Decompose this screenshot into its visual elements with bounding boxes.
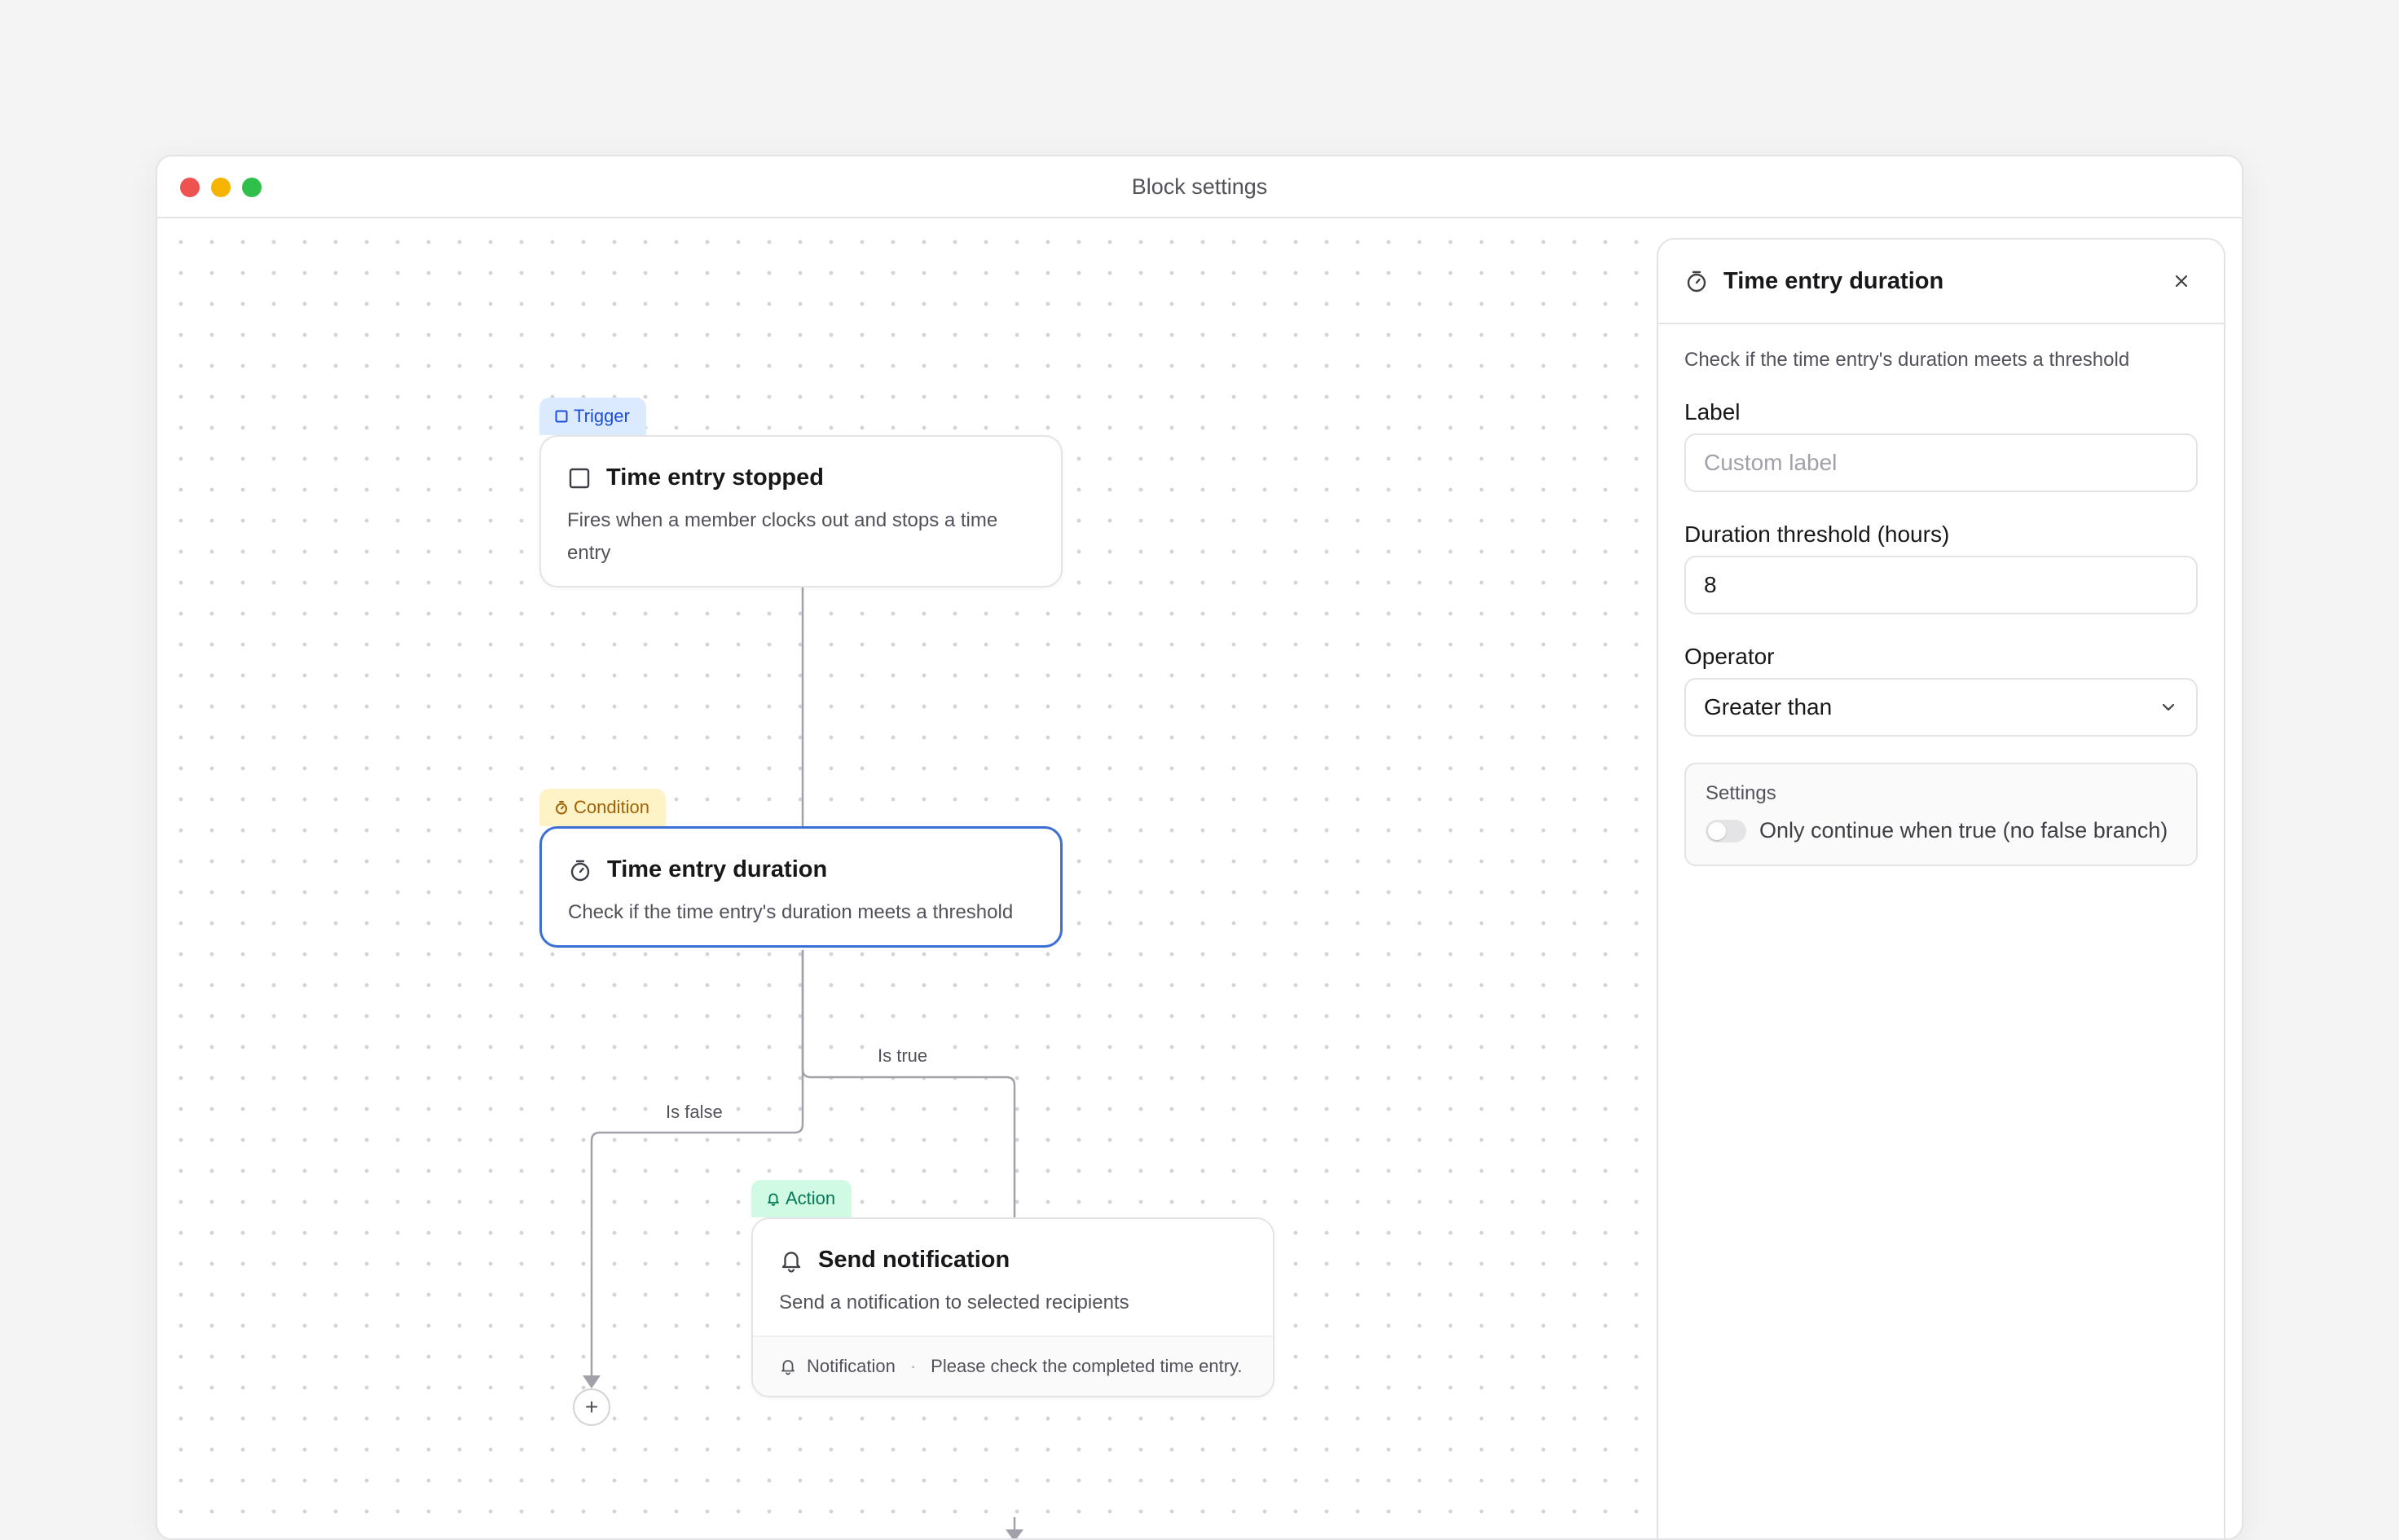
false-branch-toggle[interactable] xyxy=(1706,819,1746,843)
add-step-button[interactable]: + xyxy=(573,1388,610,1426)
square-icon xyxy=(569,468,590,488)
timer-icon xyxy=(556,801,567,815)
settings-section: Settings Only continue when true (no fal… xyxy=(1684,763,2198,866)
trigger-node-description: Fires when a member clocks out and stops… xyxy=(567,509,998,564)
threshold-field-label: Duration threshold (hours) xyxy=(1684,521,1950,547)
action-footer-message: Please check the completed time entry. xyxy=(931,1356,1243,1376)
action-tag: Action xyxy=(751,1180,852,1217)
label-field-label: Label xyxy=(1684,399,1741,425)
condition-tag: Condition xyxy=(539,789,666,826)
edge-label-true: Is true xyxy=(873,1044,933,1068)
action-tag-label: Action xyxy=(786,1188,836,1208)
action-node-description: Send a notification to selected recipien… xyxy=(779,1291,1129,1313)
action-node[interactable]: Send notification Send a notification to… xyxy=(751,1217,1274,1397)
operator-field-label: Operator xyxy=(1684,644,1775,669)
false-branch-toggle-label: Only continue when true (no false branch… xyxy=(1759,818,2168,843)
trigger-node[interactable]: Time entry stopped Fires when a member c… xyxy=(539,435,1063,587)
window-title: Block settings xyxy=(1131,174,1268,199)
panel-description: Check if the time entry's duration meets… xyxy=(1684,349,2130,371)
timer-icon xyxy=(1687,271,1706,293)
panel-header: Time entry duration xyxy=(1658,240,2224,324)
duration-threshold-input[interactable] xyxy=(1684,556,2198,614)
arrow-head-false xyxy=(583,1375,601,1388)
close-icon xyxy=(2175,275,2188,288)
operator-select-value: Greater than xyxy=(1704,694,1833,719)
timer-icon xyxy=(570,860,590,881)
operator-select[interactable]: Greater than xyxy=(1684,678,2198,737)
workflow-canvas[interactable]: Is true Is false Trigger Time entry stop… xyxy=(157,220,1655,1538)
footer-separator: · xyxy=(909,1356,917,1376)
condition-node-description: Check if the time entry's duration meets… xyxy=(568,901,1014,923)
condition-node[interactable]: Time entry duration Check if the time en… xyxy=(539,826,1063,948)
action-node-footer: Notification · Please check the complete… xyxy=(753,1335,1273,1396)
chevron-down-icon xyxy=(2162,703,2175,711)
panel-title: Time entry duration xyxy=(1723,267,1944,294)
app-window: Block settings Is true Is false Trigger xyxy=(156,155,2243,1540)
settings-title: Settings xyxy=(1706,782,1776,804)
square-icon xyxy=(555,410,568,423)
trigger-tag: Trigger xyxy=(539,398,646,435)
action-footer-label: Notification xyxy=(807,1356,896,1376)
false-branch-toggle-row: Only continue when true (no false branch… xyxy=(1706,818,2177,843)
bell-icon xyxy=(781,1251,801,1273)
bell-icon xyxy=(781,1360,795,1375)
bell-icon xyxy=(768,1193,779,1206)
action-node-title: Send notification xyxy=(818,1247,1010,1273)
condition-node-title: Time entry duration xyxy=(607,856,828,882)
panel-body: Check if the time entry's duration meets… xyxy=(1658,324,2224,891)
condition-tag-label: Condition xyxy=(574,797,649,817)
arrow-head-bottom xyxy=(1006,1529,1023,1538)
edge-label-false: Is false xyxy=(661,1100,728,1124)
close-panel-button[interactable] xyxy=(2165,265,2198,297)
trigger-node-title: Time entry stopped xyxy=(606,464,824,491)
block-settings-panel: Time entry duration Check if the time en… xyxy=(1657,238,2225,1538)
titlebar: Block settings xyxy=(157,156,2242,218)
trigger-tag-label: Trigger xyxy=(574,406,630,426)
custom-label-input[interactable] xyxy=(1684,433,2198,492)
